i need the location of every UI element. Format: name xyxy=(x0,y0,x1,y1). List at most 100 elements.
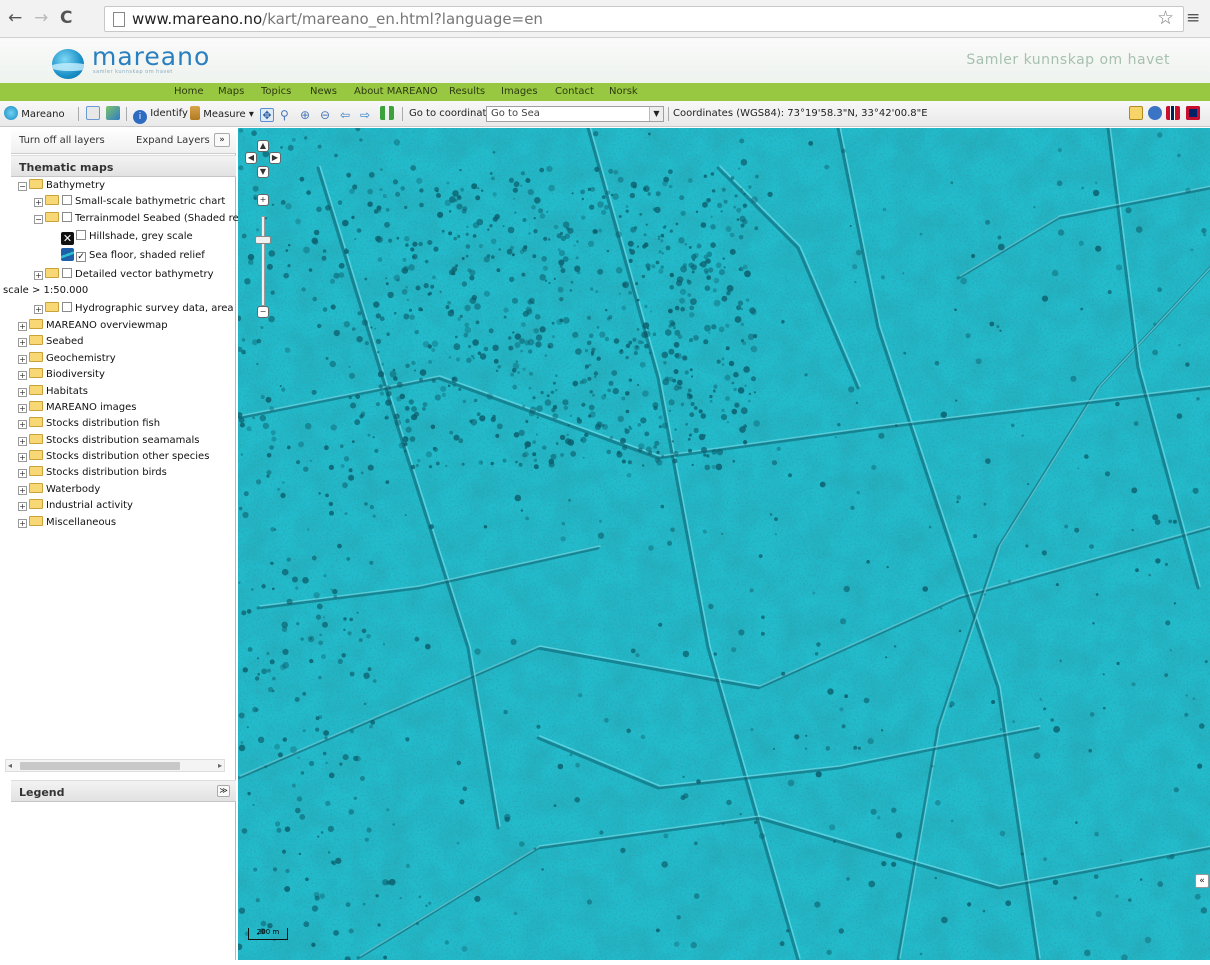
expand-icon[interactable]: + xyxy=(18,388,27,397)
overview-button[interactable] xyxy=(106,106,120,122)
go-to-sea-select[interactable]: Go to Sea ▼ xyxy=(486,106,664,122)
scroll-right-icon[interactable]: ▸ xyxy=(218,760,222,771)
tree-node-geochemistry[interactable]: + Geochemistry xyxy=(18,351,116,367)
expand-icon[interactable]: + xyxy=(18,453,27,462)
nav-about[interactable]: About MAREANO xyxy=(354,86,438,97)
pan-down-button[interactable]: ▼ xyxy=(257,166,269,178)
turn-off-layers-button[interactable]: Turn off all layers xyxy=(19,135,105,146)
expand-icon[interactable]: + xyxy=(18,338,27,347)
expand-icon[interactable]: + xyxy=(18,404,27,413)
expand-right-panel-icon[interactable]: « xyxy=(1195,874,1209,888)
email-icon[interactable] xyxy=(1129,106,1143,122)
map-view[interactable]: ▲ ◀ ▶ ▼ + − 200 m « xyxy=(238,128,1210,960)
pan-right-button[interactable]: ▶ xyxy=(269,152,281,164)
tree-node-industrial[interactable]: + Industrial activity xyxy=(18,498,133,514)
zoom-out-button[interactable]: − xyxy=(257,306,269,318)
back-icon[interactable]: ← xyxy=(8,9,22,27)
mareano-home-button[interactable]: Mareano xyxy=(4,106,65,122)
mareano-logo-icon[interactable] xyxy=(52,49,84,79)
tree-horizontal-scrollbar[interactable]: ◂ ▸ xyxy=(5,759,225,772)
help-icon[interactable] xyxy=(1148,106,1162,122)
bookmark-star-icon[interactable]: ☆ xyxy=(1157,7,1174,29)
layer-checkbox[interactable] xyxy=(62,302,72,312)
tree-node-stocks-seamamals[interactable]: + Stocks distribution seamamals xyxy=(18,433,199,449)
expand-icon[interactable]: + xyxy=(34,305,43,314)
nav-home[interactable]: Home xyxy=(174,86,204,97)
logo-text[interactable]: mareano xyxy=(92,42,210,71)
tree-node-small-scale-chart[interactable]: + Small-scale bathymetric chart xyxy=(34,194,225,210)
layer-checkbox-checked[interactable]: ✓ xyxy=(76,252,86,262)
goto-coordinate-label[interactable]: Go to coordinate xyxy=(409,106,493,122)
expand-icon[interactable]: + xyxy=(18,322,27,331)
expand-icon[interactable]: + xyxy=(18,420,27,429)
measure-button[interactable]: Measure ▾ xyxy=(190,106,254,122)
collapse-icon[interactable]: − xyxy=(34,215,43,224)
layer-checkbox[interactable] xyxy=(62,212,72,222)
full-extent-button[interactable] xyxy=(380,106,394,122)
thematic-maps-header[interactable]: Thematic maps xyxy=(11,155,236,177)
forward-icon[interactable]: → xyxy=(34,9,48,27)
nav-contact[interactable]: Contact xyxy=(555,86,594,97)
expand-layers-button[interactable]: Expand Layers xyxy=(136,135,210,146)
tree-node-biodiversity[interactable]: + Biodiversity xyxy=(18,367,105,383)
expand-icon[interactable]: + xyxy=(34,271,43,280)
tree-node-seabed[interactable]: + Seabed xyxy=(18,334,83,350)
nav-norsk[interactable]: Norsk xyxy=(609,86,638,97)
tree-node-hillshade[interactable]: ✕ Hillshade, grey scale xyxy=(61,229,193,245)
tree-node-terrainmodel[interactable]: − Terrainmodel Seabed (Shaded relief xyxy=(34,211,254,227)
zoom-slider-track[interactable] xyxy=(261,216,265,306)
tree-node-sea-floor[interactable]: ✓ Sea floor, shaded relief xyxy=(61,248,205,264)
previous-extent-button[interactable]: ⇦ xyxy=(340,106,354,122)
tree-node-hydrographic[interactable]: + Hydrographic survey data, area of c xyxy=(34,301,236,317)
zoom-in-tool-button[interactable]: ⊕ xyxy=(300,106,314,122)
expand-icon[interactable]: + xyxy=(18,519,27,528)
collapse-sidebar-button[interactable]: » xyxy=(214,133,230,147)
tree-node-miscellaneous[interactable]: + Miscellaneous xyxy=(18,515,116,531)
scroll-left-icon[interactable]: ◂ xyxy=(8,760,12,771)
tree-node-waterbody[interactable]: + Waterbody xyxy=(18,482,100,498)
reload-icon[interactable]: C xyxy=(60,9,72,27)
tree-node-bathymetry[interactable]: − Bathymetry xyxy=(18,178,105,194)
chevron-down-icon[interactable]: ▼ xyxy=(649,107,663,121)
tree-node-stocks-birds[interactable]: + Stocks distribution birds xyxy=(18,465,167,481)
nav-topics[interactable]: Topics xyxy=(261,86,291,97)
pan-button[interactable]: ✥ xyxy=(260,106,274,122)
layer-checkbox[interactable] xyxy=(62,195,72,205)
nav-images[interactable]: Images xyxy=(501,86,538,97)
pan-left-button[interactable]: ◀ xyxy=(245,152,257,164)
uk-flag-icon[interactable] xyxy=(1186,106,1200,122)
address-bar[interactable]: www.mareano.no/kart/mareano_en.html?lang… xyxy=(104,6,1184,32)
identify-button[interactable]: i Identify xyxy=(133,106,188,124)
expand-icon[interactable]: + xyxy=(18,437,27,446)
expand-icon[interactable]: + xyxy=(18,502,27,511)
scrollbar-thumb[interactable] xyxy=(20,762,180,770)
tree-node-habitats[interactable]: + Habitats xyxy=(18,384,88,400)
tree-node-stocks-fish[interactable]: + Stocks distribution fish xyxy=(18,416,160,432)
nav-results[interactable]: Results xyxy=(449,86,485,97)
tree-node-mareano-images[interactable]: + MAREANO images xyxy=(18,400,136,416)
zoom-slider-handle[interactable] xyxy=(255,236,271,244)
nav-maps[interactable]: Maps xyxy=(218,86,244,97)
tree-node-overviewmap[interactable]: + MAREANO overviewmap xyxy=(18,318,168,334)
expand-icon[interactable]: + xyxy=(18,469,27,478)
zoom-box-button[interactable]: ⚲ xyxy=(280,106,294,122)
collapse-icon[interactable]: − xyxy=(18,182,27,191)
next-extent-button[interactable]: ⇨ xyxy=(360,106,374,122)
expand-icon[interactable]: + xyxy=(34,198,43,207)
expand-icon[interactable]: + xyxy=(18,486,27,495)
layers-button[interactable] xyxy=(86,106,100,122)
tree-node-detailed-vector[interactable]: + Detailed vector bathymetry xyxy=(34,267,214,283)
zoom-in-button[interactable]: + xyxy=(257,194,269,206)
norway-flag-icon[interactable] xyxy=(1166,106,1180,122)
browser-menu-icon[interactable]: ≡ xyxy=(1186,8,1200,28)
layer-checkbox[interactable] xyxy=(62,268,72,278)
collapse-legend-icon[interactable]: ≫ xyxy=(217,785,230,797)
nav-news[interactable]: News xyxy=(310,86,337,97)
tree-node-stocks-other[interactable]: + Stocks distribution other species xyxy=(18,449,209,465)
layer-checkbox[interactable] xyxy=(76,230,86,240)
expand-icon[interactable]: + xyxy=(18,355,27,364)
pan-up-button[interactable]: ▲ xyxy=(257,140,269,152)
expand-icon[interactable]: + xyxy=(18,371,27,380)
legend-header[interactable]: Legend ≫ xyxy=(11,780,236,802)
zoom-out-tool-button[interactable]: ⊖ xyxy=(320,106,334,122)
